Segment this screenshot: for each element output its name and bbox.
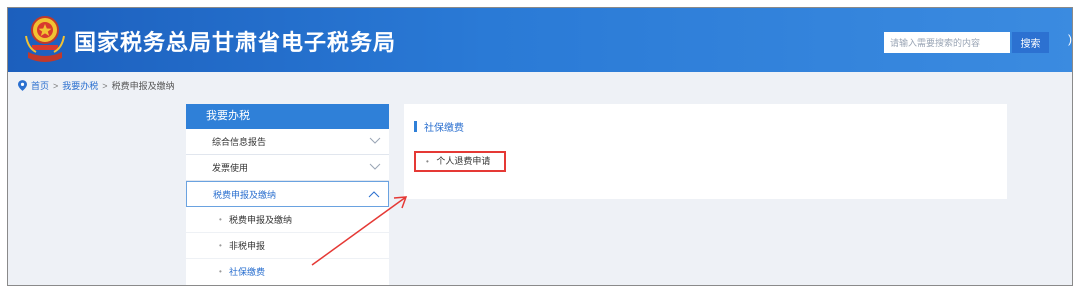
breadcrumb-current: 税费申报及缴纳 — [111, 81, 175, 91]
submenu-item-label: 税费申报及缴纳 — [229, 215, 293, 225]
search-input[interactable] — [884, 32, 1010, 53]
submenu-item-label: 社保缴费 — [229, 267, 266, 277]
menu-header: 我要办税 — [186, 104, 389, 129]
content-panel: 社保缴费 • 个人退费申请 — [404, 104, 1007, 199]
chevron-down-icon — [369, 163, 381, 170]
menu-item-label: 综合信息报告 — [212, 137, 267, 147]
location-pin-icon — [18, 80, 27, 91]
submenu-item-label: 非税申报 — [229, 241, 266, 251]
bullet-icon: • — [219, 267, 222, 276]
personal-refund-label: 个人退费申请 — [436, 156, 491, 166]
menu-item-label: 税费申报及缴纳 — [213, 190, 277, 200]
breadcrumb-home[interactable]: 首页 — [31, 79, 49, 92]
bullet-icon: • — [219, 241, 222, 250]
tax-emblem-icon — [25, 16, 65, 62]
menu-item-label: 发票使用 — [212, 163, 249, 173]
title-accent-bar — [414, 121, 417, 132]
site-header: 国家税务总局甘肃省电子税务局 搜索 ) — [8, 8, 1072, 72]
menu-item-info-report[interactable]: 综合信息报告 — [186, 129, 389, 155]
search-button[interactable]: 搜索 — [1012, 32, 1049, 53]
panel-title: 社保缴费 — [414, 119, 464, 134]
menu-item-invoice-use[interactable]: 发票使用 — [186, 155, 389, 181]
breadcrumb-separator: > — [53, 80, 59, 91]
submenu-item-tax-declaration[interactable]: • 税费申报及缴纳 — [186, 207, 389, 233]
breadcrumb-separator: > — [102, 80, 108, 91]
submenu-item-non-tax[interactable]: • 非税申报 — [186, 233, 389, 259]
header-edge-glyph: ) — [1068, 32, 1072, 46]
bullet-icon: • — [426, 157, 429, 166]
chevron-up-icon — [368, 191, 380, 198]
bullet-icon: • — [219, 215, 222, 224]
side-menu: 我要办税 综合信息报告 发票使用 税费申报及缴纳 • 税费申报及缴纳 • 非税申… — [186, 104, 389, 285]
breadcrumb: 首页 > 我要办税 > 税费申报及缴纳 — [18, 79, 175, 92]
personal-refund-link[interactable]: • 个人退费申请 — [414, 151, 506, 172]
menu-item-tax-declaration[interactable]: 税费申报及缴纳 — [186, 181, 389, 207]
breadcrumb-my-tax[interactable]: 我要办税 — [62, 79, 98, 92]
submenu-item-social-insurance[interactable]: • 社保缴费 — [186, 259, 389, 285]
panel-title-label: 社保缴费 — [424, 123, 464, 134]
browser-frame: 国家税务总局甘肃省电子税务局 搜索 ) 首页 > 我要办税 > 税费申报及缴纳 … — [7, 7, 1073, 286]
site-title: 国家税务总局甘肃省电子税务局 — [74, 30, 397, 55]
chevron-down-icon — [369, 137, 381, 144]
